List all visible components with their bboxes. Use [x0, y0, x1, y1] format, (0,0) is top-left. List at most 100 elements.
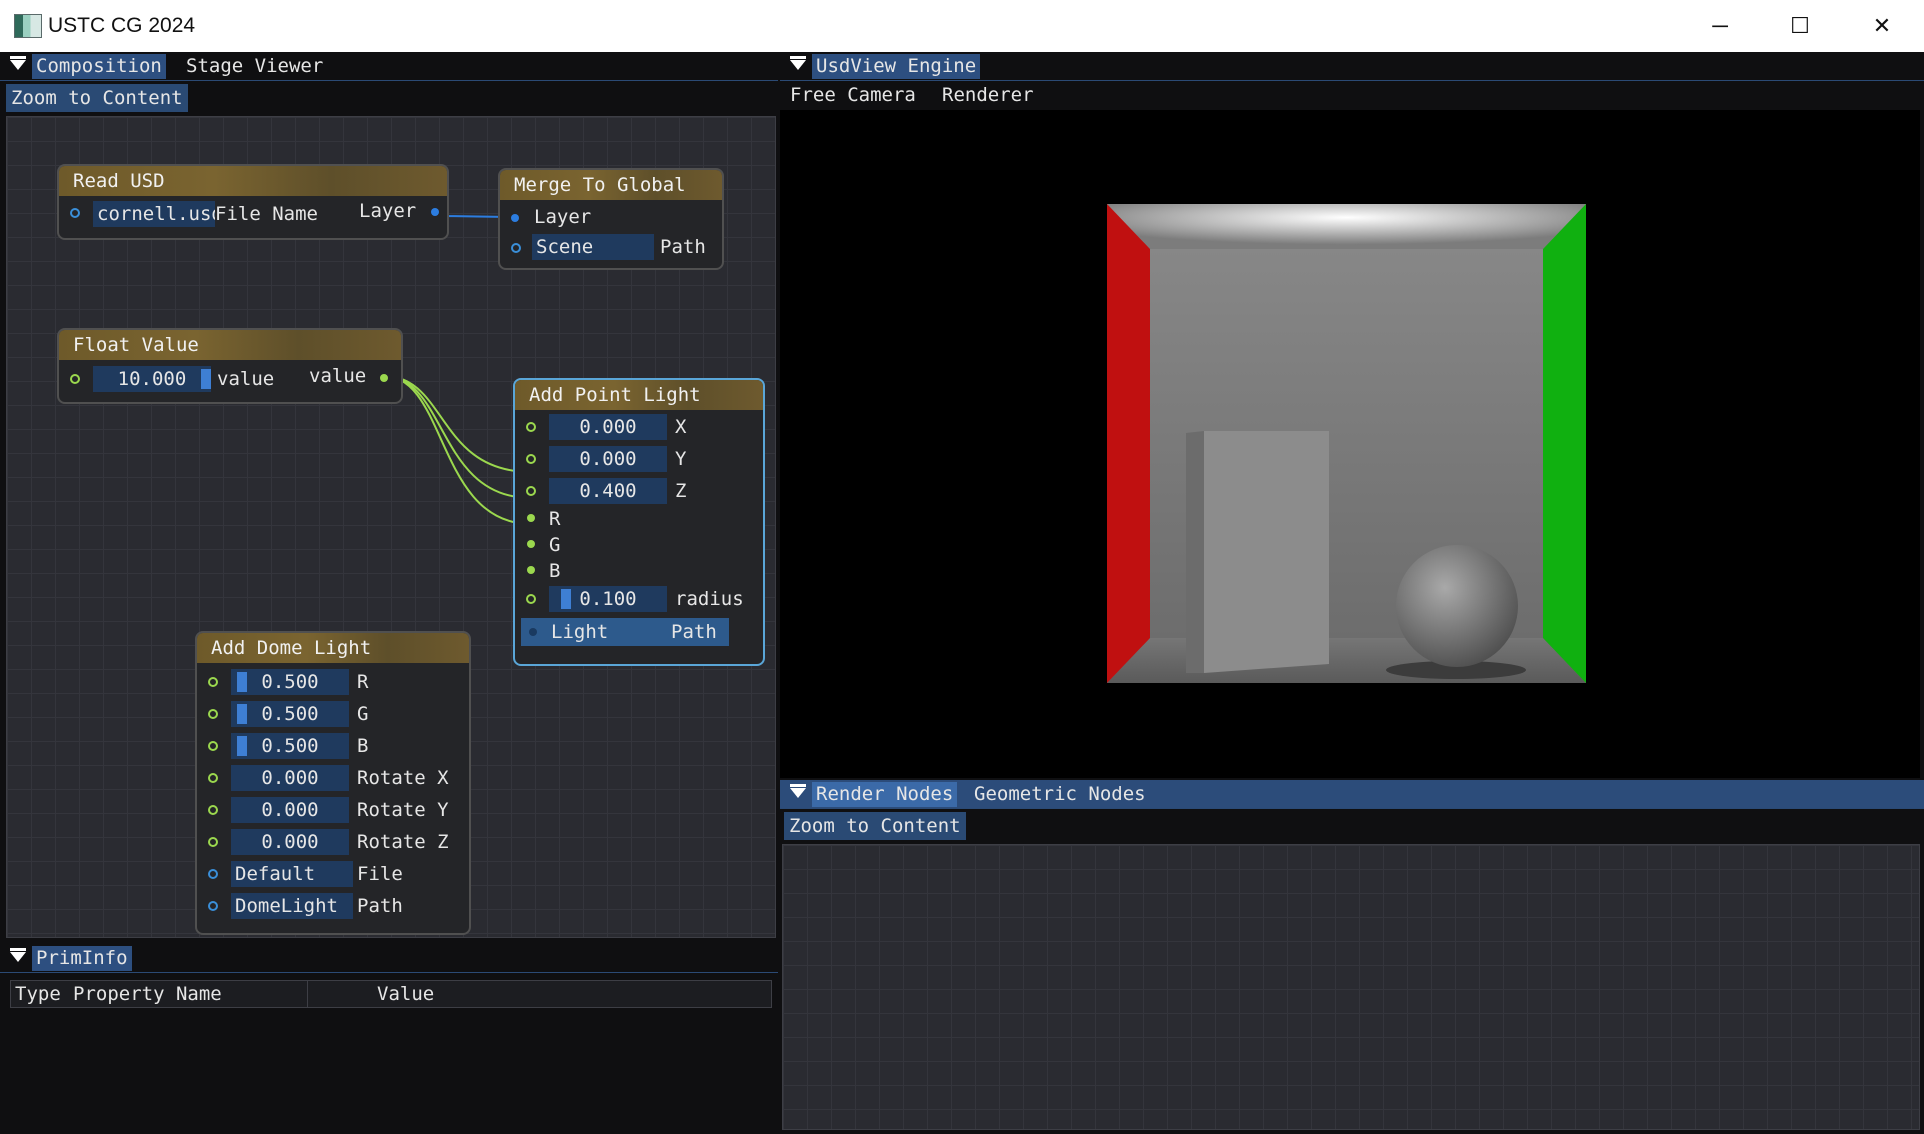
x-value: 0.000 — [579, 416, 637, 438]
light-path-row[interactable]: Light Path — [521, 618, 729, 646]
tab-usdview-engine[interactable]: UsdView Engine — [812, 54, 981, 79]
collapse-triangle-icon[interactable] — [10, 56, 26, 70]
y-label: Y — [675, 448, 687, 470]
link-value-g — [383, 375, 532, 499]
collapse-triangle-icon[interactable] — [790, 56, 806, 70]
r-label: R — [357, 671, 369, 693]
menu-renderer[interactable]: Renderer — [942, 82, 1034, 108]
file-field[interactable]: Default — [231, 861, 353, 887]
rotate-y-field[interactable]: 0.000 — [231, 797, 349, 823]
rotate-x-input-pin[interactable] — [208, 773, 218, 783]
float-value-text: 10.000 — [117, 368, 187, 390]
layer-output-label: Layer — [359, 200, 417, 222]
file-name-label: File Name — [215, 203, 318, 225]
value-input-label: value — [217, 368, 275, 390]
r-input-pin[interactable] — [208, 677, 218, 687]
radius-slider-grab[interactable] — [561, 589, 571, 609]
column-property-name[interactable]: Property Name — [73, 981, 222, 1007]
tab-stage-viewer[interactable]: Stage Viewer — [182, 54, 327, 79]
radius-value: 0.100 — [579, 588, 637, 610]
rotate-y-label: Rotate Y — [357, 799, 449, 821]
rotate-y-input-pin[interactable] — [208, 805, 218, 815]
node-float-value[interactable]: Float Value 10.000 value value — [57, 328, 403, 404]
node-merge-to-global[interactable]: Merge To Global Layer Scene Path — [498, 168, 724, 270]
tab-priminfo[interactable]: PrimInfo — [32, 946, 132, 971]
priminfo-pane: PrimInfo Type Property Name Value — [0, 944, 778, 1134]
g-field[interactable]: 0.500 — [231, 701, 349, 727]
scene-field[interactable]: Scene — [532, 234, 654, 260]
zoom-to-content-button[interactable]: Zoom to Content — [6, 84, 188, 112]
z-input-pin[interactable] — [526, 486, 536, 496]
g-value: 0.500 — [261, 703, 319, 725]
render-node-canvas[interactable] — [782, 844, 1920, 1130]
r-value: 0.500 — [261, 671, 319, 693]
b-field[interactable]: 0.500 — [231, 733, 349, 759]
path-input-pin[interactable] — [208, 901, 218, 911]
input-pin[interactable] — [70, 208, 80, 218]
layer-output-pin[interactable] — [431, 208, 439, 216]
path-field[interactable]: DomeLight — [231, 893, 353, 919]
node-add-dome-light[interactable]: Add Dome Light 0.500 R 0.500 G 0.500 B 0… — [195, 631, 471, 935]
r-input-pin[interactable] — [527, 514, 535, 522]
node-title: Add Dome Light — [197, 633, 469, 663]
column-type[interactable]: Type — [15, 981, 61, 1007]
menu-free-camera[interactable]: Free Camera — [790, 82, 916, 108]
minimize-button[interactable]: ─ — [1680, 0, 1760, 52]
box-side — [1186, 431, 1204, 673]
rotate-z-field[interactable]: 0.000 — [231, 829, 349, 855]
column-divider[interactable] — [307, 981, 308, 1007]
rotate-z-value: 0.000 — [261, 831, 319, 853]
scene-input-pin[interactable] — [511, 243, 521, 253]
z-label: Z — [675, 480, 687, 502]
y-input-pin[interactable] — [526, 454, 536, 464]
left-red-wall — [1107, 204, 1150, 683]
tab-composition[interactable]: Composition — [32, 54, 166, 79]
g-slider-grab[interactable] — [237, 704, 247, 724]
r-slider-grab[interactable] — [237, 672, 247, 692]
g-input-pin[interactable] — [527, 540, 535, 548]
z-field[interactable]: 0.400 — [549, 478, 667, 504]
rotate-z-input-pin[interactable] — [208, 837, 218, 847]
float-value-field[interactable]: 10.000 — [93, 366, 211, 392]
b-input-pin[interactable] — [208, 741, 218, 751]
node-add-point-light[interactable]: Add Point Light 0.000 X 0.000 Y 0.400 Z … — [513, 378, 765, 666]
float-value-slider-grab[interactable] — [201, 369, 211, 389]
tab-render-nodes[interactable]: Render Nodes — [812, 782, 958, 807]
rotate-z-label: Rotate Z — [357, 831, 449, 853]
priminfo-table-header: Type Property Name Value — [10, 980, 772, 1008]
node-editor-canvas[interactable]: Read USD cornell.usda File Name Layer Me… — [6, 116, 776, 938]
node-read-usd[interactable]: Read USD cornell.usda File Name Layer — [57, 164, 449, 240]
usdview-tabbar: UsdView Engine — [780, 52, 1924, 81]
y-field[interactable]: 0.000 — [549, 446, 667, 472]
collapse-triangle-icon[interactable] — [10, 948, 26, 962]
x-field[interactable]: 0.000 — [549, 414, 667, 440]
path-label: Path — [357, 895, 403, 917]
file-input-pin[interactable] — [208, 869, 218, 879]
right-green-wall — [1543, 204, 1586, 683]
layer-input-pin[interactable] — [511, 214, 519, 222]
file-name-field[interactable]: cornell.usda — [93, 201, 215, 227]
g-input-pin[interactable] — [208, 709, 218, 719]
radius-field[interactable]: 0.100 — [549, 586, 667, 612]
maximize-button[interactable]: ☐ — [1760, 0, 1840, 52]
x-input-pin[interactable] — [526, 422, 536, 432]
light-output-pin[interactable] — [529, 628, 537, 636]
collapse-triangle-icon[interactable] — [790, 784, 806, 798]
radius-input-pin[interactable] — [526, 594, 536, 604]
b-slider-grab[interactable] — [237, 736, 247, 756]
light-path-label: Path — [671, 621, 717, 643]
file-label: File — [357, 863, 403, 885]
close-button[interactable]: ✕ — [1842, 0, 1922, 52]
zoom-to-content-button[interactable]: Zoom to Content — [784, 812, 966, 840]
priminfo-tabbar: PrimInfo — [0, 944, 778, 973]
column-value[interactable]: Value — [377, 981, 434, 1007]
composition-tabbar: Composition Stage Viewer — [0, 52, 778, 81]
r-field[interactable]: 0.500 — [231, 669, 349, 695]
tab-geometric-nodes[interactable]: Geometric Nodes — [970, 782, 1150, 807]
b-input-pin[interactable] — [527, 566, 535, 574]
value-output-pin[interactable] — [380, 374, 388, 382]
light-value: Light — [551, 621, 609, 643]
value-input-pin[interactable] — [70, 374, 80, 384]
rotate-x-field[interactable]: 0.000 — [231, 765, 349, 791]
window-titlebar: USTC CG 2024 ─ ☐ ✕ — [0, 0, 1924, 52]
